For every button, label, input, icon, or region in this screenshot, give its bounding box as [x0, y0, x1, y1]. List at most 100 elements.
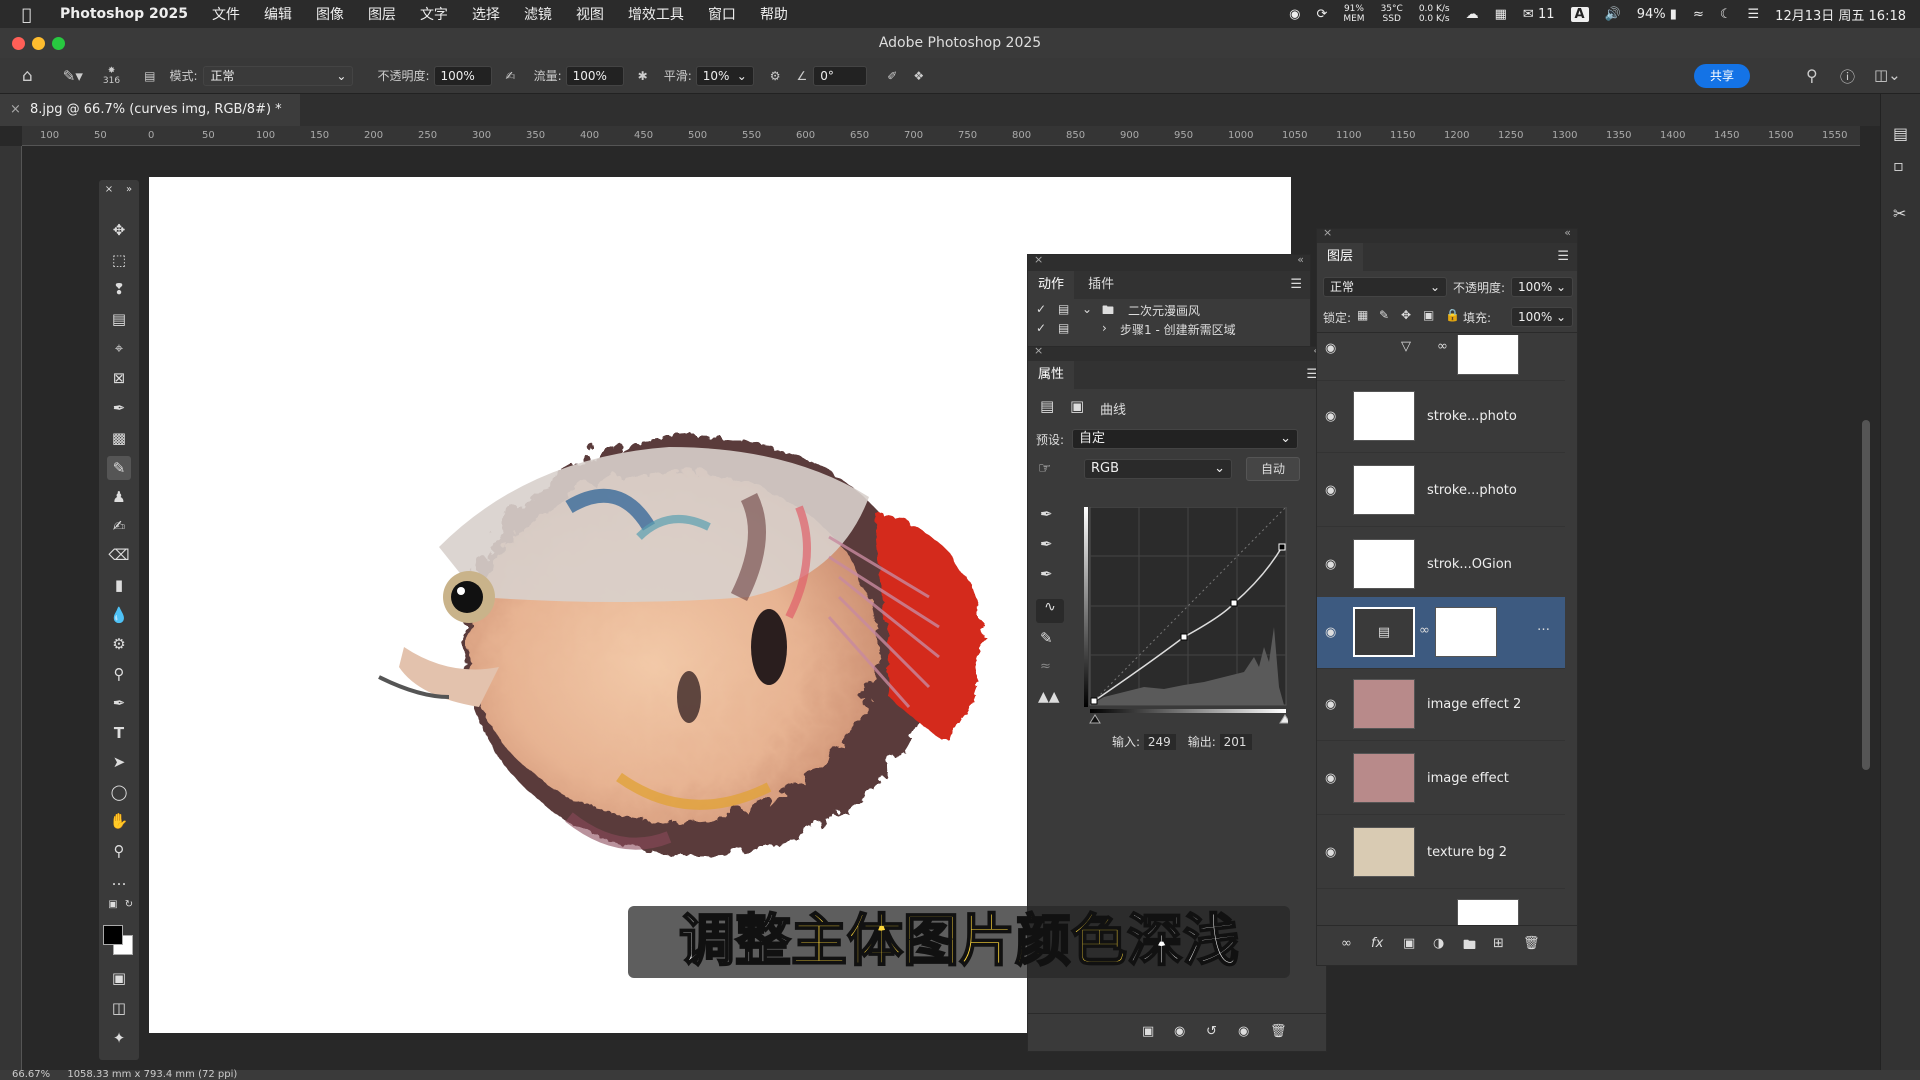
clock[interactable]: 12月13日 周五 16:18 [1775, 5, 1906, 24]
mode-select[interactable]: 正常 ⌄ [203, 65, 354, 86]
pencil-draw-icon[interactable]: ✎ [1040, 629, 1053, 647]
hand-tool-icon[interactable]: ✋ [107, 809, 131, 833]
menu-app-name[interactable]: Photoshop 2025 [52, 6, 200, 22]
link-icon[interactable]: ∞ [1419, 623, 1430, 638]
visibility-eye-icon[interactable]: ◉ [1325, 409, 1339, 424]
minimize-window-button[interactable] [32, 37, 45, 50]
add-mask-icon[interactable]: ▣ [1403, 936, 1415, 951]
close-layers-panel-icon[interactable]: × [1323, 226, 1332, 239]
history-brush-tool-icon[interactable]: ✍ [107, 514, 131, 538]
volume-icon[interactable]: 🔊 [1605, 7, 1621, 22]
layer-row[interactable]: ◉ image effect 2 [1317, 669, 1565, 741]
new-layer-icon[interactable]: ⊞ [1493, 936, 1504, 951]
cpu-monitor[interactable]: 91% MEM [1343, 4, 1364, 24]
close-window-button[interactable] [12, 37, 25, 50]
fill-input[interactable]: 100% ⌄ [1511, 307, 1573, 327]
tab-properties[interactable]: 属性 [1028, 361, 1075, 389]
clipping-warning-icon[interactable]: ▲▲ [1038, 689, 1060, 705]
curve-point-selected[interactable] [1278, 543, 1286, 551]
vertical-ruler[interactable] [0, 146, 22, 1074]
lock-pixels-icon[interactable]: ✎ [1379, 308, 1389, 322]
toggle-visibility-eye-icon[interactable]: ◉ [1238, 1024, 1249, 1039]
smooth-curve-icon[interactable]: ≈ [1040, 659, 1051, 674]
curves-adjustment-icon[interactable]: ▤ [1040, 397, 1054, 415]
frame-tool-icon[interactable]: ⊠ [107, 366, 131, 390]
lock-position-icon[interactable]: ✥ [1401, 308, 1411, 322]
angle-input[interactable]: 0° [813, 65, 868, 86]
actions-menu-icon[interactable]: ☰ [1290, 271, 1302, 299]
screen-mode-icon[interactable]: ◫ [107, 996, 131, 1020]
lock-transparency-icon[interactable]: ▦ [1357, 308, 1368, 322]
curves-adjustment-thumb-icon[interactable]: ▤ [1353, 607, 1415, 657]
move-tool-icon[interactable]: ✥ [107, 218, 131, 242]
curve-point[interactable] [1090, 697, 1098, 705]
layer-opacity-input[interactable]: 100% ⌄ [1511, 277, 1573, 297]
menu-filter[interactable]: 滤镜 [512, 4, 564, 24]
home-icon[interactable]: ⌂ [22, 66, 33, 86]
collapse-layers-panel-icon[interactable]: « [1564, 226, 1571, 239]
search-icon[interactable]: ⚲ [1806, 66, 1818, 85]
blur-tool-icon[interactable]: 💧 [107, 603, 131, 627]
menu-view[interactable]: 视图 [564, 4, 616, 24]
healing-brush-tool-icon[interactable]: ▩ [107, 426, 131, 450]
battery-indicator[interactable]: 94% ▮ [1637, 7, 1677, 22]
link-icon[interactable]: ∞ [1437, 339, 1448, 354]
action-set-row[interactable]: ✓ ▤ ⌄ 🖿 二次元漫画风 [1028, 299, 1310, 321]
more-icon[interactable]: … [1537, 619, 1550, 634]
curve-point[interactable] [1180, 633, 1188, 641]
collapse-actions-panel-icon[interactable]: « [1297, 253, 1304, 266]
control-center-icon[interactable]: ☰ [1748, 7, 1760, 22]
layer-mask-icon[interactable]: ▣ [1070, 397, 1084, 415]
horizontal-ruler[interactable]: 100 50 0 50 100 150 200 250 300 350 400 450 500 550 60… [22, 126, 1860, 146]
opacity-input[interactable]: 100%⌄ [433, 65, 492, 101]
visibility-eye-icon[interactable]: ◉ [1325, 483, 1339, 498]
expand-tools-icon[interactable]: » [123, 177, 135, 201]
swap-colors-icon[interactable]: ↻ [121, 892, 137, 916]
flow-input[interactable]: 100%⌄ [565, 65, 624, 101]
pressure-opacity-icon[interactable]: ✍ [506, 69, 516, 83]
workspace-icon[interactable]: ◫⌄ [1874, 66, 1901, 84]
quick-mask-icon[interactable]: ▣ [107, 966, 131, 990]
pressure-size-icon[interactable]: ✐ [887, 69, 897, 83]
input-value[interactable]: 249 [1143, 734, 1176, 750]
step-dialog-icon[interactable]: ▤ [1058, 321, 1069, 335]
menu-plugins[interactable]: 增效工具 [616, 4, 696, 24]
black-point-eyedropper-icon[interactable]: ✒ [1040, 505, 1053, 523]
menu-image[interactable]: 图像 [304, 4, 356, 24]
preset-select[interactable]: 自定 ⌄ [1072, 429, 1298, 449]
airbrush-icon[interactable]: ✱ [638, 69, 648, 83]
layer-row[interactable]: ◉ stroke...photo [1317, 455, 1565, 527]
clone-stamp-tool-icon[interactable]: ♟ [107, 485, 131, 509]
gradient-tool-icon[interactable]: ▮ [107, 573, 131, 597]
vertical-scrollbar[interactable] [1862, 420, 1870, 770]
temp-monitor[interactable]: 35°C SSD [1381, 4, 1403, 24]
close-actions-panel-icon[interactable]: × [1034, 253, 1043, 266]
activity-icon[interactable]: ⟳ [1316, 7, 1327, 22]
delete-layer-icon[interactable]: 🗑 [1523, 936, 1540, 951]
dodge-tool-icon[interactable]: ⚙ [107, 632, 131, 656]
targeted-adjustment-icon[interactable]: ☞ [1038, 459, 1051, 477]
tab-layers[interactable]: 图层 [1317, 243, 1364, 271]
clip-to-layer-icon[interactable]: ▣ [1142, 1024, 1154, 1039]
action-check-icon[interactable]: ✓ [1036, 302, 1046, 316]
type-tool-icon[interactable]: T [107, 721, 131, 745]
menu-type[interactable]: 文字 [408, 4, 460, 24]
view-previous-state-icon[interactable]: ◉ [1174, 1024, 1185, 1039]
visibility-eye-icon[interactable]: ◉ [1325, 771, 1339, 786]
visibility-eye-icon[interactable]: ◉ [1325, 625, 1339, 640]
menu-select[interactable]: 选择 [460, 4, 512, 24]
channel-select[interactable]: RGB ⌄ [1084, 459, 1232, 479]
step-check-icon[interactable]: ✓ [1036, 321, 1046, 335]
visibility-eye-icon[interactable]: ◉ [1325, 697, 1339, 712]
comments-panel-icon[interactable]: ▫ [1893, 156, 1904, 175]
lock-all-icon[interactable]: 🔒 [1445, 308, 1460, 322]
menu-help[interactable]: 帮助 [748, 4, 800, 24]
brush-tool-icon[interactable]: ✎▾ [63, 67, 83, 85]
bookmark-icon[interactable]: ▦ [1495, 7, 1507, 22]
menu-edit[interactable]: 编辑 [252, 4, 304, 24]
black-input-slider[interactable] [1089, 714, 1101, 724]
layer-row[interactable]: ◉ image effect [1317, 743, 1565, 815]
visibility-eye-icon[interactable]: ◉ [1325, 557, 1339, 572]
learn-panel-icon[interactable]: ▤ [1893, 124, 1908, 143]
auto-button[interactable]: 自动 [1246, 457, 1300, 481]
